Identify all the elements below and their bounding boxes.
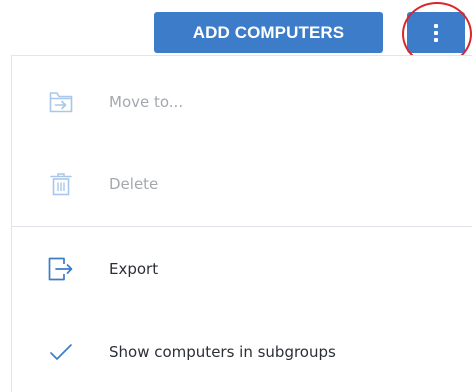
more-options-button[interactable] bbox=[407, 12, 465, 53]
add-computers-button[interactable]: ADD COMPUTERS bbox=[154, 12, 383, 53]
menu-item-move-to[interactable]: Move to... bbox=[12, 74, 472, 130]
add-computers-label: ADD COMPUTERS bbox=[192, 22, 345, 42]
menu-item-label: Show computers in subgroups bbox=[109, 343, 336, 361]
menu-item-label: Move to... bbox=[109, 93, 184, 111]
export-icon bbox=[48, 256, 74, 282]
menu-divider bbox=[12, 226, 472, 227]
menu-item-delete[interactable]: Delete bbox=[12, 156, 472, 212]
menu-item-show-subgroups[interactable]: Show computers in subgroups bbox=[12, 324, 472, 380]
menu-item-label: Delete bbox=[109, 175, 159, 193]
move-to-folder-icon bbox=[48, 89, 74, 115]
trash-icon bbox=[48, 171, 74, 197]
menu-item-label: Export bbox=[109, 260, 159, 278]
checkmark-icon bbox=[48, 339, 74, 365]
vertical-ellipsis-icon bbox=[434, 23, 438, 42]
page: ADD COMPUTERS Move to... Delete Export S… bbox=[0, 0, 472, 392]
more-options-menu: Move to... Delete Export Show computers … bbox=[11, 55, 472, 392]
menu-item-export[interactable]: Export bbox=[12, 241, 472, 297]
